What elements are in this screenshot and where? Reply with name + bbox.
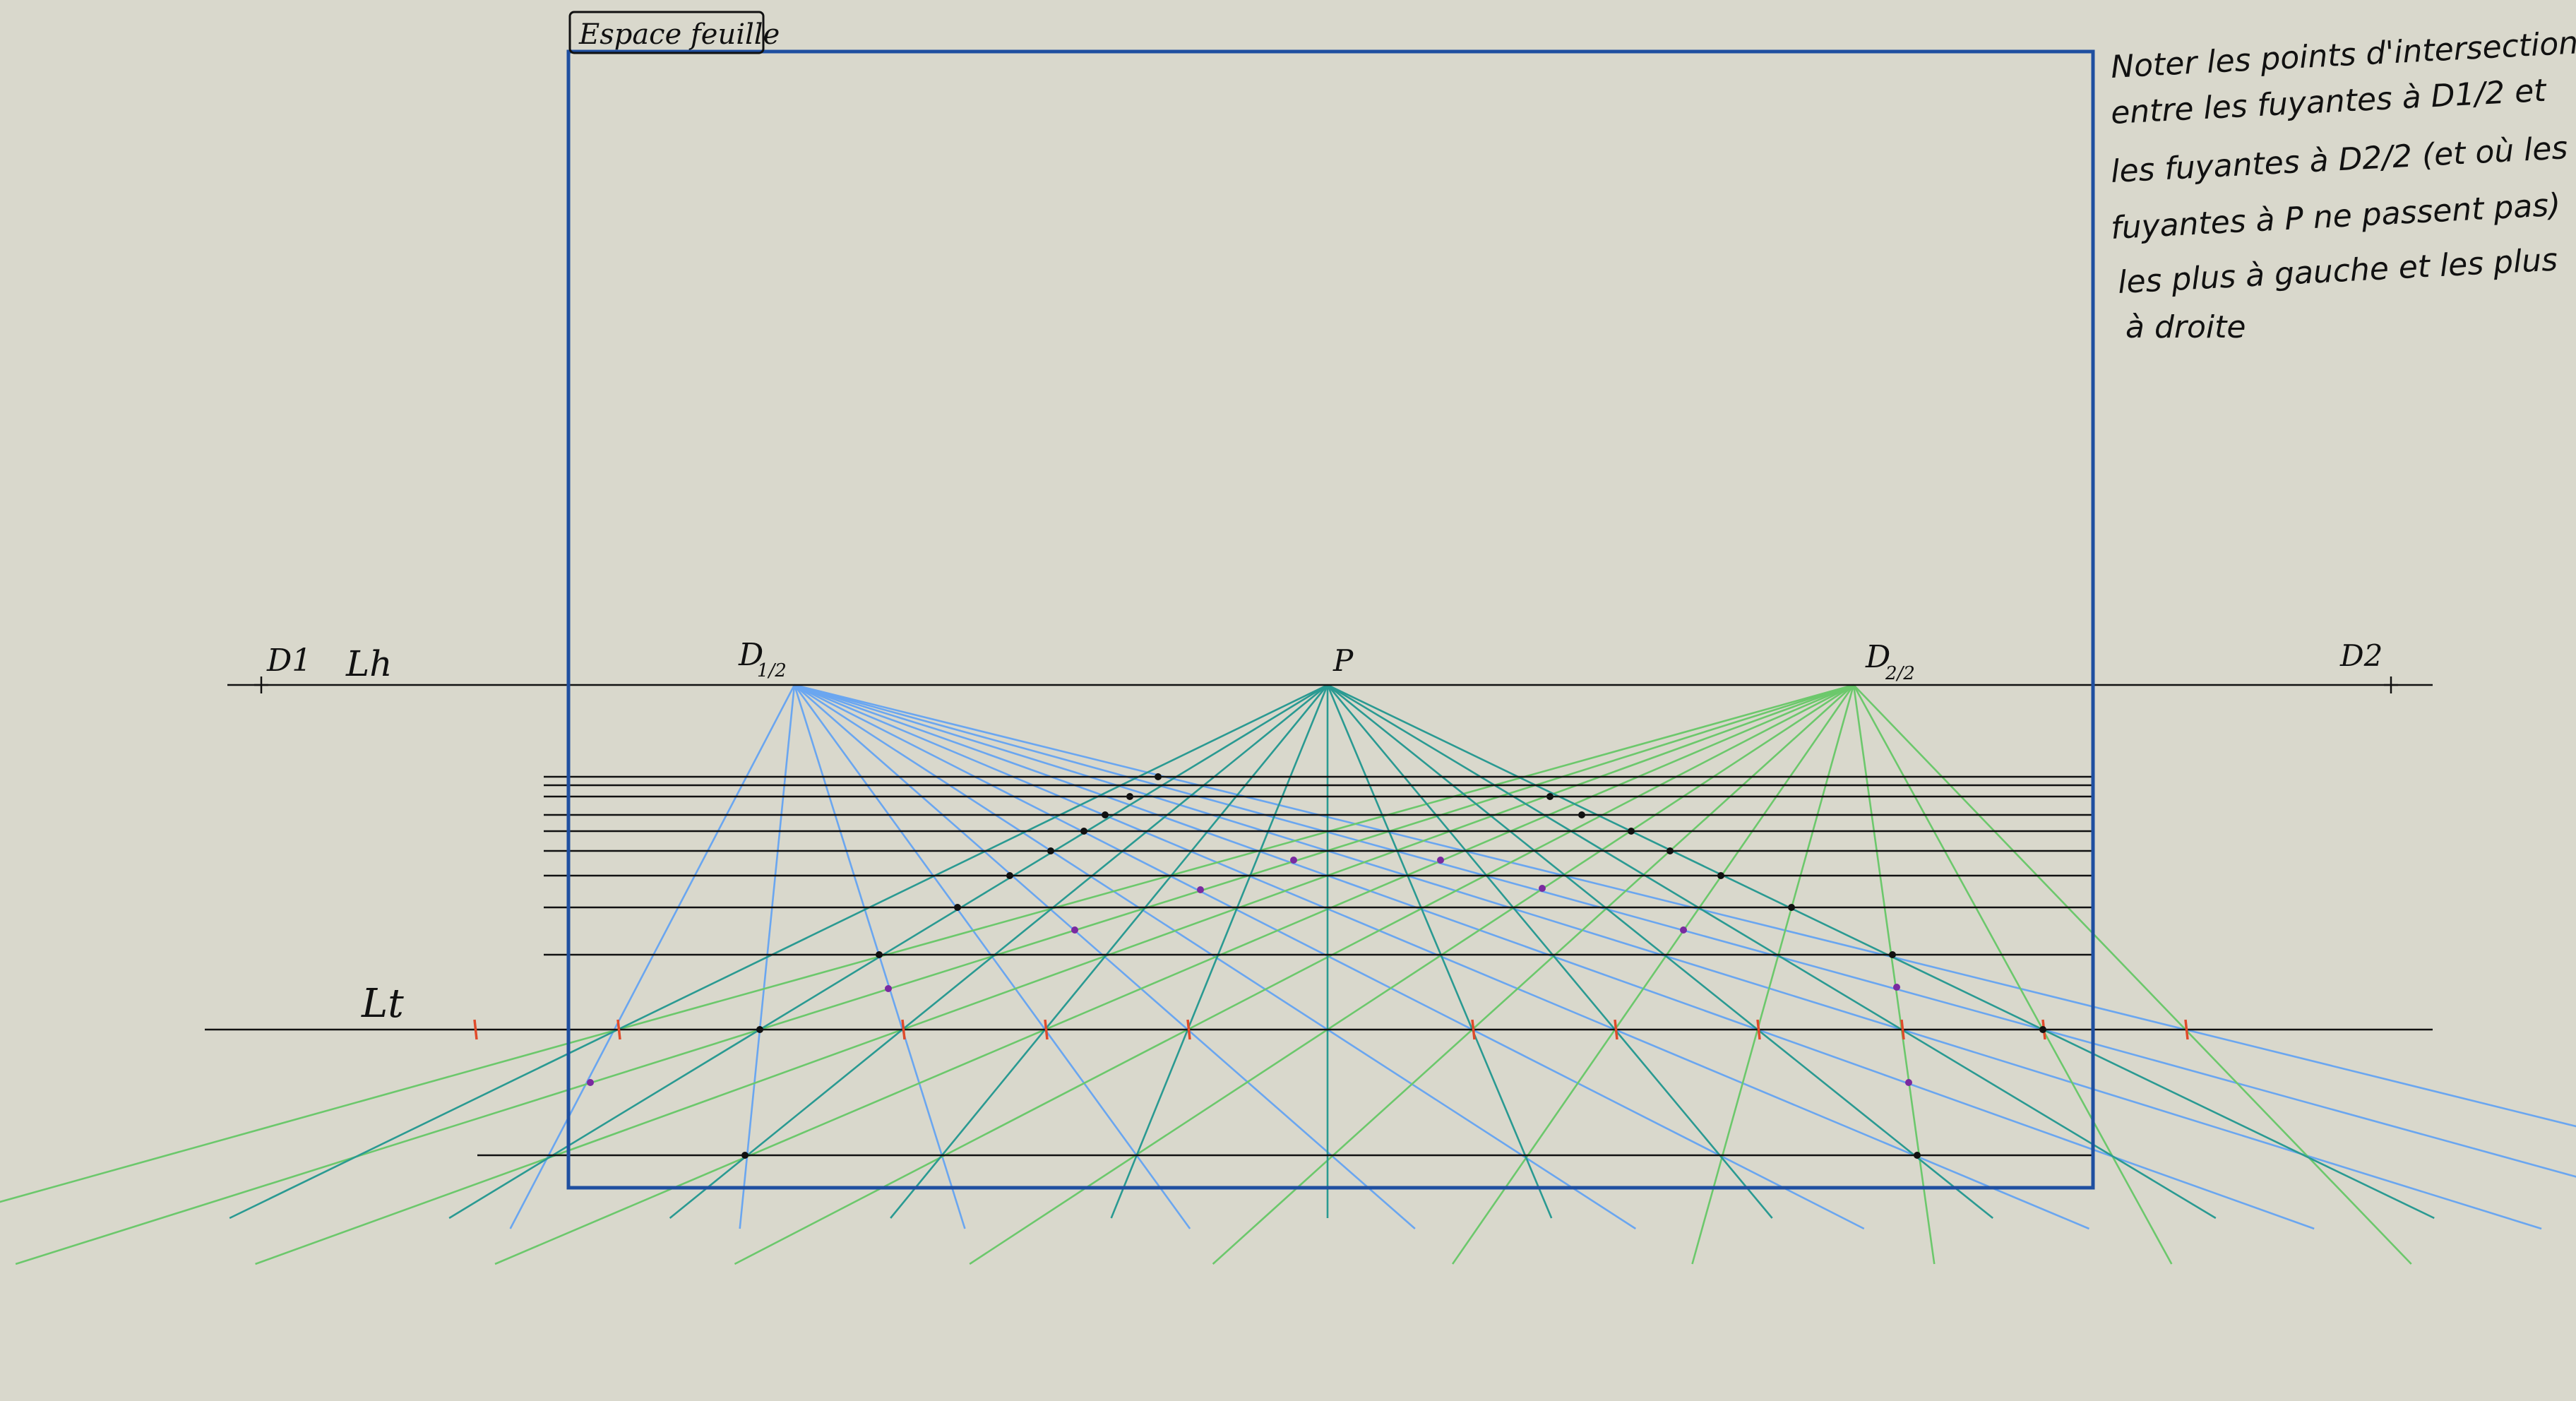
label-lt: Lt bbox=[361, 981, 404, 1027]
svg-text:2/2: 2/2 bbox=[1885, 663, 1915, 684]
red-tick-icon bbox=[616, 1019, 621, 1040]
note-line-5: les plus à gauche et les plus bbox=[2117, 242, 2558, 301]
purple-dot-icon bbox=[587, 1079, 594, 1086]
fuyante-d2-half-9 bbox=[1852, 684, 1936, 1265]
fuyante-p-3 bbox=[890, 684, 1329, 1219]
purple-dot-icon bbox=[1290, 857, 1297, 864]
note-line-6: à droite bbox=[2125, 309, 2246, 345]
fuyante-d2-half-11 bbox=[1853, 684, 2412, 1265]
black-dot-icon bbox=[1006, 872, 1013, 879]
black-dot-icon bbox=[1155, 773, 1162, 780]
black-dot-icon bbox=[1578, 811, 1585, 818]
black-dot-icon bbox=[1914, 1152, 1921, 1159]
purple-dot-icon bbox=[1437, 857, 1444, 864]
label-d1: D1 bbox=[266, 643, 311, 679]
note-line-3: les fuyantes à D2/2 (et où les bbox=[2110, 130, 2569, 190]
label-d2: D2 bbox=[2339, 638, 2383, 673]
black-dot-icon bbox=[1102, 811, 1109, 818]
red-tick-icon bbox=[1044, 1019, 1049, 1040]
red-tick-icon bbox=[1471, 1019, 1476, 1040]
purple-dot-icon bbox=[1893, 984, 1900, 991]
black-dot-icon bbox=[1628, 828, 1635, 835]
fuyante-p-6 bbox=[1326, 684, 1553, 1219]
black-dot-icon bbox=[876, 951, 883, 958]
black-dot-icon bbox=[1666, 847, 1674, 854]
label-d2-half: D 2/2 bbox=[1865, 639, 1915, 684]
fuyante-d1-half-10 bbox=[794, 684, 2576, 1178]
black-dot-icon bbox=[756, 1026, 763, 1033]
note: Noter les points d'intersection entre le… bbox=[2110, 25, 2576, 345]
frame-title-box: Espace feuille bbox=[568, 11, 780, 54]
note-line-4: fuyantes à P ne passent pas) bbox=[2110, 187, 2562, 246]
fuyante-p-9 bbox=[1327, 684, 2217, 1220]
red-tick-icon bbox=[901, 1019, 906, 1040]
fuyante-d2-half-6 bbox=[1212, 684, 1854, 1265]
black-dot-icon bbox=[1126, 793, 1133, 800]
fuyante-p-4 bbox=[1110, 684, 1329, 1219]
fuyante-d2-half-1 bbox=[15, 684, 1854, 1265]
black-dot-icon bbox=[1889, 951, 1896, 958]
red-tick-icon bbox=[473, 1019, 478, 1040]
red-tick-icon bbox=[1186, 1019, 1191, 1040]
label-lh: Lh bbox=[345, 643, 392, 684]
red-tick-icon bbox=[1614, 1019, 1618, 1040]
fuyante-d2-half-5 bbox=[969, 684, 1854, 1265]
purple-dot-icon bbox=[1905, 1079, 1912, 1086]
fuyante-d2-half-4 bbox=[734, 684, 1854, 1265]
fuyante-d2-half-7 bbox=[1451, 684, 1855, 1265]
black-dot-icon bbox=[1546, 793, 1554, 800]
black-dot-icon bbox=[1080, 828, 1087, 835]
black-dot-icon bbox=[1717, 872, 1724, 879]
fuyantes-d1-half bbox=[509, 684, 2576, 1230]
black-dot-icon bbox=[741, 1152, 749, 1159]
fuyante-p-1 bbox=[448, 684, 1328, 1220]
black-dot-icon bbox=[1047, 847, 1054, 854]
purple-dot-icon bbox=[1071, 926, 1078, 934]
purple-dot-icon bbox=[1197, 886, 1204, 893]
fuyante-d2-half-10 bbox=[1852, 684, 2173, 1265]
fuyantes-d2-half bbox=[0, 684, 2412, 1265]
fuyante-p-7 bbox=[1327, 684, 1773, 1219]
black-dot-icon bbox=[2039, 1026, 2046, 1033]
black-dot-icon bbox=[1788, 904, 1795, 911]
depth-lines bbox=[477, 775, 2094, 1157]
fuyante-d2-half-2 bbox=[255, 684, 1854, 1265]
label-d1-half: D 1/2 bbox=[738, 637, 787, 681]
fuyante-p-10 bbox=[1327, 684, 2435, 1220]
fuyantes-p bbox=[229, 684, 2435, 1220]
perspective-drawing: Espace feuille D1 Lh Lt P D2 D 1/2 D 2/2… bbox=[0, 11, 2576, 1265]
fuyante-d2-half-8 bbox=[1691, 684, 1855, 1265]
svg-text:1/2: 1/2 bbox=[757, 660, 787, 681]
label-p: P bbox=[1332, 643, 1354, 678]
purple-dot-icon bbox=[885, 985, 892, 992]
purple-dot-icon bbox=[1539, 885, 1546, 892]
purple-dot-icon bbox=[1680, 926, 1687, 934]
fuyante-d2-half-3 bbox=[494, 684, 1854, 1265]
black-dot-icon bbox=[954, 904, 961, 911]
red-tick-icon bbox=[2184, 1019, 2189, 1040]
fuyante-d1-half-0 bbox=[509, 684, 796, 1229]
fuyante-d1-half-11 bbox=[794, 684, 2576, 1128]
frame-title: Espace feuille bbox=[578, 18, 780, 51]
